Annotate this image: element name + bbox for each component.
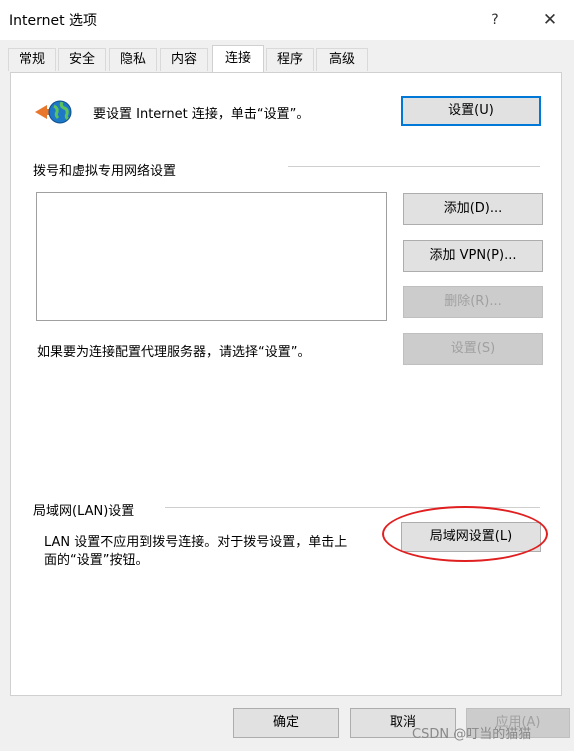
lan-separator [165, 507, 540, 508]
ok-button[interactable]: 确定 [233, 708, 339, 738]
tab-general[interactable]: 常规 [8, 48, 56, 71]
tab-programs[interactable]: 程序 [266, 48, 314, 71]
lan-header: 局域网(LAN)设置 [33, 504, 135, 519]
dialup-header: 拨号和虚拟专用网络设置 [33, 164, 177, 179]
add-button[interactable]: 添加(D)... [403, 193, 543, 225]
close-button[interactable]: ✕ [535, 6, 565, 34]
add-vpn-button[interactable]: 添加 VPN(P)... [403, 240, 543, 272]
lan-settings-button[interactable]: 局域网设置(L) [401, 522, 541, 552]
connections-list[interactable] [36, 192, 387, 321]
help-button[interactable]: ? [480, 6, 510, 34]
tab-security[interactable]: 安全 [58, 48, 106, 71]
setup-button[interactable]: 设置(U) [401, 96, 541, 126]
tab-content[interactable]: 内容 [160, 48, 208, 71]
watermark: CSDN @叮当的猫猫 [412, 727, 532, 742]
setup-text: 要设置 Internet 连接，单击“设置”。 [93, 107, 310, 122]
window-title: Internet 选项 [9, 13, 98, 29]
delete-button[interactable]: 删除(R)... [403, 286, 543, 318]
dialup-settings-button[interactable]: 设置(S) [403, 333, 543, 365]
lan-description-line2: 面的“设置”按钮。 [44, 553, 149, 568]
tab-connections[interactable]: 连接 [212, 45, 264, 72]
lan-description-line1: LAN 设置不应用到拨号连接。对于拨号设置，单击上 [44, 535, 348, 550]
proxy-text: 如果要为连接配置代理服务器，请选择“设置”。 [37, 345, 311, 360]
dialup-separator [288, 166, 540, 167]
tab-privacy[interactable]: 隐私 [109, 48, 157, 71]
tab-advanced[interactable]: 高级 [316, 48, 368, 71]
globe-icon [35, 100, 72, 124]
title-bar: Internet 选项 ? ✕ [0, 0, 574, 40]
